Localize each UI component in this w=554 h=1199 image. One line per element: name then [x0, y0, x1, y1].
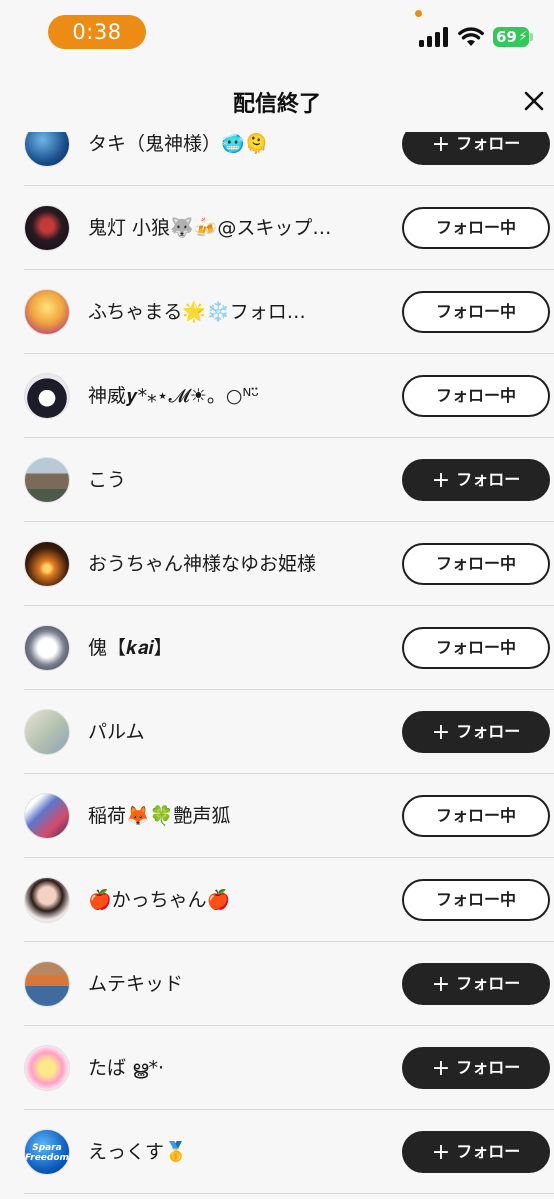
battery-icon: 69 ⚡	[493, 27, 529, 47]
user-name: ムテキッド	[88, 973, 184, 995]
user-name: 傀【𝒌𝒂𝒊】	[88, 637, 173, 659]
user-name: おうちゃん神様なゆお姫様	[88, 553, 317, 575]
list-item[interactable]: 鬼灯 小狼🐺🍻@スキップ… フォロー中	[0, 186, 554, 270]
avatar[interactable]	[24, 541, 70, 587]
following-button[interactable]: フォロー中	[402, 879, 550, 921]
list-item[interactable]: 傀【𝒌𝒂𝒊】 フォロー中	[0, 606, 554, 690]
plus-icon: +	[431, 1140, 451, 1165]
user-name: 稲荷🦊🍀艶声狐	[88, 805, 231, 827]
charging-bolt-icon: ⚡	[518, 29, 528, 45]
user-name: えっくす🥇	[88, 1141, 188, 1163]
avatar[interactable]	[24, 1045, 70, 1091]
user-name: たば ൠ*·	[88, 1057, 165, 1079]
status-time: 0:38	[48, 15, 146, 49]
avatar[interactable]	[24, 961, 70, 1007]
avatar[interactable]	[24, 457, 70, 503]
plus-icon: +	[431, 468, 451, 493]
following-button[interactable]: フォロー中	[402, 375, 550, 417]
list-item[interactable]: たば ൠ*· + フォロー	[0, 1026, 554, 1110]
avatar[interactable]	[24, 373, 70, 419]
close-icon[interactable]	[519, 86, 549, 116]
plus-icon: +	[431, 972, 451, 997]
plus-icon: +	[431, 1056, 451, 1081]
divider	[24, 1193, 554, 1194]
user-name: 鬼灯 小狼🐺🍻@スキップ…	[88, 217, 332, 239]
avatar[interactable]	[24, 289, 70, 335]
privacy-indicator-dot	[415, 10, 422, 17]
list-item[interactable]: おうちゃん神様なゆお姫様 フォロー中	[0, 522, 554, 606]
status-bar: 0:38 69 ⚡	[0, 0, 554, 68]
user-name: パルム	[88, 721, 145, 743]
list-item[interactable]: ムテキッド + フォロー	[0, 942, 554, 1026]
avatar[interactable]	[24, 877, 70, 923]
following-button[interactable]: フォロー中	[402, 291, 550, 333]
following-button[interactable]: フォロー中	[402, 207, 550, 249]
avatar[interactable]	[24, 709, 70, 755]
battery-tip	[530, 33, 533, 41]
follow-button[interactable]: + フォロー	[402, 963, 550, 1005]
follow-button[interactable]: + フォロー	[402, 459, 550, 501]
header: 配信終了	[0, 68, 554, 132]
user-name: 🍎かっちゃん🍎	[88, 889, 231, 911]
avatar-logo: Spara Freedom	[25, 1143, 69, 1163]
avatar[interactable]	[24, 205, 70, 251]
following-button[interactable]: フォロー中	[402, 627, 550, 669]
follow-button[interactable]: + フォロー	[402, 711, 550, 753]
list-item[interactable]: パルム + フォロー	[0, 690, 554, 774]
list-item[interactable]: 稲荷🦊🍀艶声狐 フォロー中	[0, 774, 554, 858]
user-name: ふちゃまる🌟❄️フォロ…	[88, 301, 306, 323]
user-name: 神威𝒚*⁎⋆𝓜☀︎。○ᴺᵕ̈	[88, 385, 260, 407]
avatar[interactable]	[24, 625, 70, 671]
user-name: こう	[88, 469, 127, 491]
list-item[interactable]: Spara Freedom えっくす🥇 + フォロー	[0, 1110, 554, 1194]
screen: 0:38 69 ⚡ タキ（鬼神様）🥶🫠 + フォロー 鬼灯 小狼🐺🍻@スキップ……	[0, 0, 554, 1199]
wifi-icon	[458, 27, 484, 46]
battery-level: 69	[496, 28, 517, 46]
list-item[interactable]: ふちゃまる🌟❄️フォロ… フォロー中	[0, 270, 554, 354]
avatar[interactable]: Spara Freedom	[24, 1129, 70, 1175]
plus-icon: +	[431, 132, 451, 157]
list-item[interactable]: こう + フォロー	[0, 438, 554, 522]
following-button[interactable]: フォロー中	[402, 795, 550, 837]
plus-icon: +	[431, 720, 451, 745]
follow-button[interactable]: + フォロー	[402, 1047, 550, 1089]
avatar[interactable]	[24, 793, 70, 839]
following-button[interactable]: フォロー中	[402, 543, 550, 585]
list-item[interactable]: 神威𝒚*⁎⋆𝓜☀︎。○ᴺᵕ̈ フォロー中	[0, 354, 554, 438]
list-item[interactable]: 🍎かっちゃん🍎 フォロー中	[0, 858, 554, 942]
cellular-signal-icon	[419, 27, 449, 47]
page-title: 配信終了	[232, 92, 321, 117]
follow-button[interactable]: + フォロー	[402, 1131, 550, 1173]
